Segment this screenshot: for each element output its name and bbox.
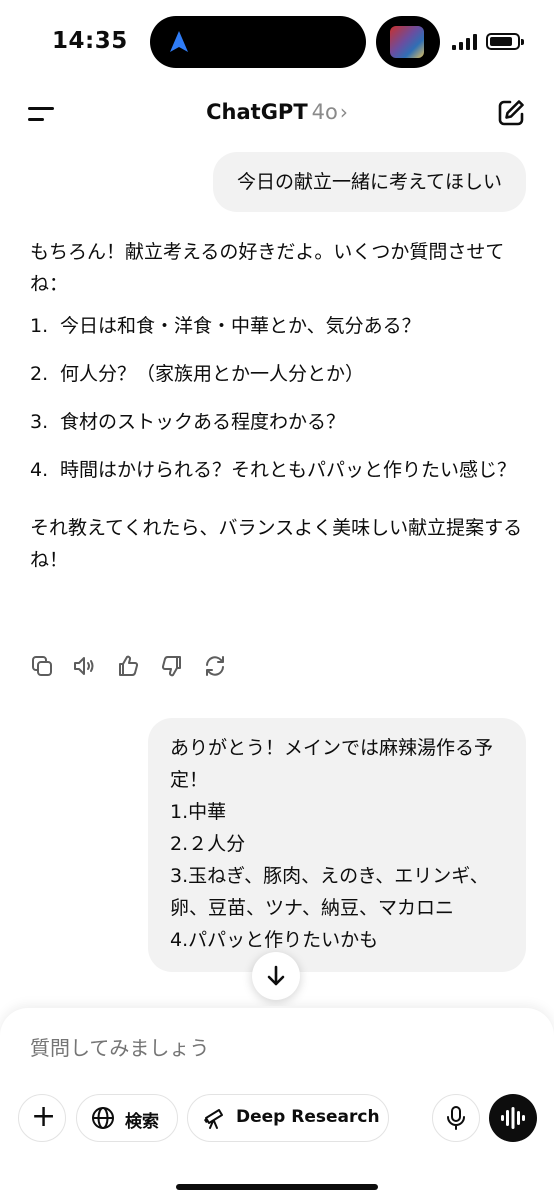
dictation-button[interactable] (432, 1094, 480, 1142)
copy-icon[interactable] (30, 654, 54, 678)
home-indicator (176, 1184, 378, 1190)
new-chat-icon[interactable] (496, 98, 526, 128)
deep-research-button[interactable]: Deep Research (187, 1094, 389, 1142)
list-item: 1. 今日は和食・洋食・中華とか、気分ある？ (30, 315, 421, 337)
chat-thread[interactable]: 今日の献立一緒に考えてほしい もちろん！献立考えるの好きだよ。いくつか質問させて… (0, 146, 554, 1006)
search-button[interactable]: 検索 (76, 1094, 178, 1142)
model-name: 4o (311, 100, 338, 124)
status-time: 14:35 (52, 28, 128, 54)
chat-header: ChatGPT 4o › (0, 84, 554, 146)
message-line: 1.中華 (170, 801, 227, 823)
dynamic-island[interactable] (150, 16, 366, 68)
assistant-message: もちろん！献立考えるの好きだよ。いくつか質問させてね： 1. 今日は和食・洋食・中… (30, 236, 526, 576)
cellular-signal-icon (452, 34, 477, 50)
message-line: ありがとう！メインでは麻辣湯作る予定！ (170, 737, 494, 791)
list-item: 3. 食材のストックある程度わかる？ (30, 411, 346, 433)
scroll-to-bottom-button[interactable] (252, 952, 300, 1000)
battery-icon (486, 33, 524, 50)
waveform-icon (501, 1107, 525, 1129)
globe-icon (92, 1107, 114, 1129)
thumbs-up-icon[interactable] (116, 654, 140, 678)
album-art-thumbnail (390, 26, 424, 58)
app-title: ChatGPT (206, 100, 308, 124)
message-line: 3.玉ねぎ、豚肉、えのき、エリンギ、卵、豆苗、ツナ、納豆、マカロニ (170, 865, 489, 919)
user-message: ありがとう！メインでは麻辣湯作る予定！ 1.中華 2.２人分 3.玉ねぎ、豚肉、… (148, 718, 526, 972)
battery-nub (521, 39, 524, 45)
regenerate-icon[interactable] (203, 654, 227, 678)
live-activity-pill[interactable] (376, 16, 440, 68)
list-item: 4. 時間はかけられる？それともパパッと作りたい感じ？ (30, 459, 517, 481)
list-item: 2. 何人分？（家族用とか一人分とか） (30, 363, 365, 385)
message-line: 4.パパッと作りたいかも (170, 929, 379, 951)
status-bar: 14:35 (0, 0, 554, 84)
assistant-outro: それ教えてくれたら、バランスよく美味しい献立提案するね！ (30, 517, 523, 571)
add-attachment-button[interactable]: + (18, 1094, 66, 1142)
deep-research-label: Deep Research (236, 1107, 380, 1127)
message-line: 2.２人分 (170, 833, 246, 855)
microphone-icon (447, 1106, 465, 1130)
assistant-intro: もちろん！献立考えるの好きだよ。いくつか質問させてね： (30, 241, 505, 295)
telescope-icon (204, 1109, 223, 1129)
thumbs-down-icon[interactable] (160, 654, 184, 678)
battery-level (490, 37, 512, 46)
composer: + 検索 Deep Research (0, 1008, 554, 1200)
speaker-icon[interactable] (72, 654, 96, 678)
model-selector[interactable]: ChatGPT 4o › (0, 100, 554, 124)
prompt-input[interactable] (30, 1036, 510, 1060)
user-message: 今日の献立一緒に考えてほしい (212, 152, 526, 212)
search-label: 検索 (125, 1112, 159, 1132)
plus-icon: + (31, 1099, 57, 1134)
chevron-right-icon: › (339, 100, 348, 124)
navigation-arrow-icon (170, 31, 188, 52)
chatgpt-screen: 14:35 ChatGPT 4o › 今日の献立一緒に考えてほしい もちろん！献… (0, 0, 554, 1200)
arrow-down-icon (267, 965, 285, 986)
question-list: 1. 今日は和食・洋食・中華とか、気分ある？ 2. 何人分？（家族用とか一人分とか）… (30, 310, 526, 486)
voice-mode-button[interactable] (489, 1094, 537, 1142)
